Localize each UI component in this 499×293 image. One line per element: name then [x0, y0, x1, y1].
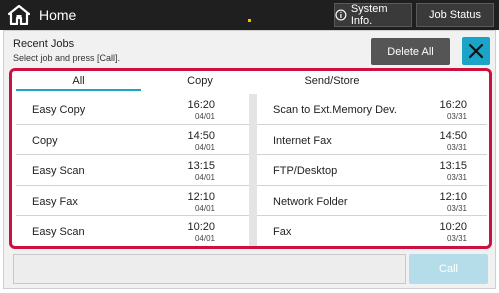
- job-date: 03/31: [446, 203, 467, 213]
- job-name: Scan to Ext.Memory Dev.: [273, 104, 397, 116]
- job-name: Network Folder: [273, 195, 348, 208]
- home-label: Home: [39, 7, 77, 23]
- job-time: 16:20: [187, 99, 215, 111]
- job-date: 03/31: [446, 234, 467, 244]
- tab-copy[interactable]: Copy: [140, 71, 260, 91]
- job-date: 04/01: [194, 112, 215, 121]
- job-row[interactable]: Fax 10:20 03/31: [257, 216, 487, 246]
- job-name: Easy Copy: [32, 104, 86, 116]
- jobs-list-frame: All Copy Send/Store Easy Copy 16:20 04/0…: [9, 68, 492, 249]
- job-name: Easy Scan: [32, 226, 85, 239]
- job-date: 04/01: [194, 234, 215, 244]
- job-row[interactable]: Internet Fax 14:50 03/31: [257, 125, 487, 156]
- delete-all-button[interactable]: Delete All: [371, 38, 450, 65]
- system-info-button[interactable]: System Info.: [334, 3, 412, 27]
- job-status-label: Job Status: [429, 9, 481, 21]
- job-time: 16:20: [439, 99, 467, 111]
- job-date: 03/31: [446, 112, 467, 121]
- job-status-button[interactable]: Job Status: [416, 3, 494, 27]
- job-name: Internet Fax: [273, 134, 332, 147]
- info-icon: [335, 9, 347, 21]
- job-time: 10:20: [439, 221, 467, 234]
- close-icon: [468, 43, 484, 59]
- job-time: 14:50: [187, 129, 215, 142]
- job-row[interactable]: Scan to Ext.Memory Dev. 16:20 03/31: [257, 94, 487, 125]
- home-icon: [8, 5, 30, 25]
- job-time: 13:15: [187, 160, 215, 173]
- job-time: 10:20: [187, 221, 215, 234]
- page-subtitle: Select job and press [Call].: [13, 53, 121, 63]
- job-time: 13:15: [439, 160, 467, 173]
- job-date: 03/31: [446, 173, 467, 183]
- job-row[interactable]: Easy Scan 13:15 04/01: [16, 155, 249, 186]
- job-name: FTP/Desktop: [273, 165, 338, 178]
- job-date: 04/01: [194, 203, 215, 213]
- top-bar: Home System Info. Job Status: [0, 0, 499, 30]
- job-row[interactable]: Easy Copy 16:20 04/01: [16, 94, 249, 125]
- close-button[interactable]: [462, 37, 490, 65]
- job-row[interactable]: Easy Fax 12:10 04/01: [16, 186, 249, 217]
- job-name: Easy Fax: [32, 195, 78, 208]
- jobs-column-right: Scan to Ext.Memory Dev. 16:20 03/31 Inte…: [257, 94, 487, 246]
- job-date: 04/01: [194, 173, 215, 183]
- recent-jobs-panel: Recent Jobs Select job and press [Call].…: [3, 30, 496, 289]
- call-button[interactable]: Call: [409, 254, 488, 284]
- tab-send-store[interactable]: Send/Store: [260, 71, 404, 91]
- tab-all[interactable]: All: [16, 71, 141, 91]
- job-time: 12:10: [439, 190, 467, 203]
- job-time: 12:10: [187, 190, 215, 203]
- job-name: Easy Scan: [32, 165, 85, 178]
- column-divider: [249, 94, 257, 246]
- job-row[interactable]: Network Folder 12:10 03/31: [257, 186, 487, 217]
- job-name: Copy: [32, 134, 58, 147]
- job-name: Fax: [273, 226, 292, 239]
- home-button[interactable]: Home: [8, 4, 76, 26]
- system-info-label: System Info.: [350, 3, 388, 27]
- indicator-dot: [248, 19, 251, 22]
- job-date: 04/01: [194, 142, 215, 152]
- job-time: 14:50: [439, 129, 467, 142]
- job-date: 03/31: [446, 142, 467, 152]
- tab-bar: All Copy Send/Store: [12, 71, 489, 91]
- job-detail-field: [13, 254, 406, 284]
- job-row[interactable]: Copy 14:50 04/01: [16, 125, 249, 156]
- page-title: Recent Jobs: [13, 38, 75, 50]
- job-row[interactable]: Easy Scan 10:20 04/01: [16, 216, 249, 246]
- job-row[interactable]: FTP/Desktop 13:15 03/31: [257, 155, 487, 186]
- jobs-column-left: Easy Copy 16:20 04/01 Copy 14:50 04/01 E…: [16, 94, 249, 246]
